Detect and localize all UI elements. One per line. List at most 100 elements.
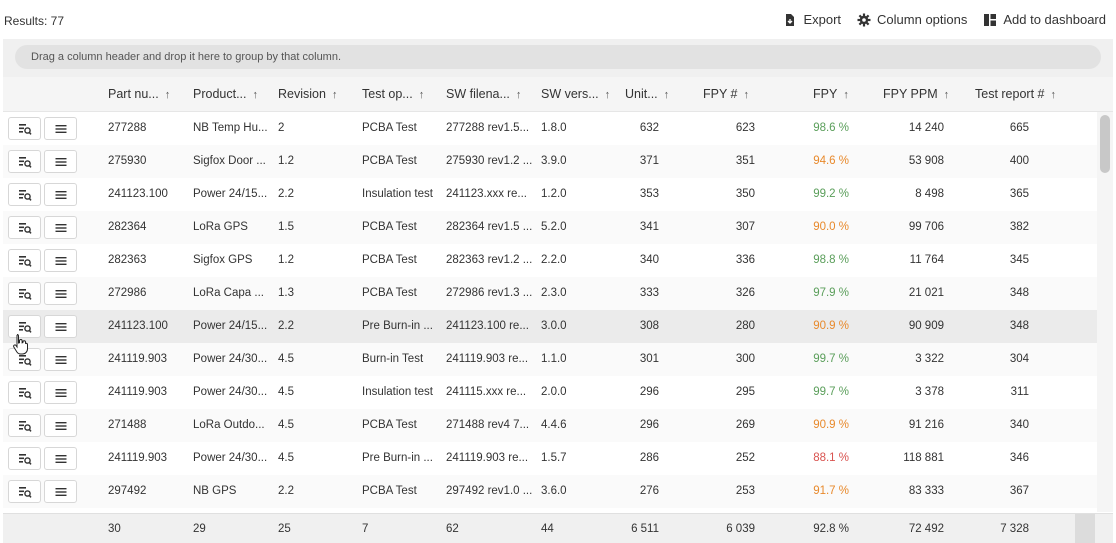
cell-units: 340 [639, 254, 659, 266]
row-menu-button[interactable] [44, 348, 77, 371]
cell-report: 348 [1009, 287, 1029, 299]
sort-arrow-icon[interactable]: ↑ [744, 89, 750, 101]
row-details-button[interactable] [8, 249, 41, 272]
column-header-revision[interactable]: Revision ↑ [278, 77, 362, 112]
hamburger-menu-icon [55, 157, 66, 166]
row-details-button[interactable] [8, 117, 41, 140]
row-menu-button[interactable] [44, 447, 77, 470]
column-header-label: FPY PPM [883, 87, 938, 101]
cell-part: 275930 [108, 155, 147, 167]
grid-header: Part nu... ↑ Product... ↑ Revision ↑ Test op..… [3, 77, 1113, 112]
row-details-button[interactable] [8, 150, 41, 173]
row-menu-button[interactable] [44, 216, 77, 239]
sort-arrow-icon[interactable]: ↑ [419, 89, 425, 101]
cell-product: Sigfox Door ... [193, 155, 266, 167]
column-header-fpy-count[interactable]: FPY # ↑ [703, 77, 779, 112]
cell-test-op: PCBA Test [362, 221, 417, 233]
cell-report: 400 [1009, 155, 1029, 167]
cell-units: 286 [639, 452, 659, 464]
row-menu-button[interactable] [44, 117, 77, 140]
cell-report: 367 [1009, 485, 1029, 497]
cell-units: 632 [639, 122, 659, 134]
table-row[interactable]: 277288 NB Temp Hu... 2 PCBA Test 277288 rev1… [3, 112, 1097, 145]
column-header-ppm[interactable]: FPY PPM ↑ [883, 77, 967, 112]
row-menu-button[interactable] [44, 282, 77, 305]
column-header-sw-ver[interactable]: SW vers... ↑ [541, 77, 625, 112]
sort-arrow-icon[interactable]: ↑ [332, 89, 338, 101]
cell-fpy-count: 351 [735, 155, 755, 167]
top-toolbar: Results: 77 Export Column options Add to… [0, 0, 1116, 40]
row-details-button[interactable] [8, 183, 41, 206]
total-fpy: 92.8 % [813, 523, 849, 535]
row-details-button[interactable] [8, 282, 41, 305]
column-header-fpy[interactable]: FPY ↑ [813, 77, 873, 112]
group-panel[interactable]: Drag a column header and drop it here to… [3, 39, 1113, 77]
hand-cursor-icon [13, 334, 28, 355]
hamburger-menu-icon [55, 454, 66, 463]
row-details-button[interactable] [8, 381, 41, 404]
table-row[interactable]: 241123.100 Power 24/15... 2.2 Insulation te… [3, 178, 1097, 211]
cell-fpy: 91.7 % [813, 485, 849, 497]
row-details-button[interactable] [8, 480, 41, 503]
scrollbar-thumb[interactable] [1100, 115, 1110, 173]
row-menu-button[interactable] [44, 150, 77, 173]
column-header-product[interactable]: Product... ↑ [193, 77, 279, 112]
total-part: 30 [108, 523, 121, 535]
cell-sw-file: 297492 rev1.0 ... [446, 485, 533, 497]
column-header-sw-file[interactable]: SW filena... ↑ [446, 77, 542, 112]
row-menu-button[interactable] [44, 414, 77, 437]
cell-product: Sigfox GPS [193, 254, 253, 266]
table-row[interactable]: 241119.903 Power 24/30... 4.5 Burn-in Test 2… [3, 343, 1097, 376]
cell-fpy-count: 253 [735, 485, 755, 497]
table-row[interactable]: 297492 NB GPS 2.2 PCBA Test 297492 rev1.0 ..… [3, 475, 1097, 508]
sort-arrow-icon[interactable]: ↑ [605, 89, 611, 101]
sort-arrow-icon[interactable]: ↑ [165, 89, 171, 101]
hamburger-menu-icon [55, 289, 66, 298]
cell-product: Power 24/30... [193, 386, 268, 398]
column-header-units[interactable]: Unit... ↑ [625, 77, 685, 112]
column-header-test-op[interactable]: Test op... ↑ [362, 77, 448, 112]
row-details-button[interactable] [8, 216, 41, 239]
column-header-report[interactable]: Test report # ↑ [975, 77, 1075, 112]
sort-arrow-icon[interactable]: ↑ [253, 89, 259, 101]
cell-fpy: 98.8 % [813, 254, 849, 266]
row-details-button[interactable] [8, 447, 41, 470]
sort-arrow-icon[interactable]: ↑ [664, 89, 670, 101]
table-row[interactable]: 282363 Sigfox GPS 1.2 PCBA Test 282363 rev1.… [3, 244, 1097, 277]
vertical-scrollbar[interactable] [1097, 112, 1113, 512]
cell-revision: 4.5 [278, 386, 294, 398]
table-row[interactable]: 241123.100 Power 24/15... 2.2 Pre Burn-in .… [3, 310, 1097, 343]
sort-arrow-icon[interactable]: ↑ [843, 89, 849, 101]
export-button[interactable]: Export [783, 12, 841, 27]
cell-revision: 4.5 [278, 452, 294, 464]
cell-part: 241119.903 [108, 452, 168, 464]
sort-arrow-icon[interactable]: ↑ [944, 89, 950, 101]
cell-units: 371 [639, 155, 659, 167]
table-row[interactable]: 241119.903 Power 24/30... 4.5 Pre Burn-in .… [3, 442, 1097, 475]
cell-test-op: PCBA Test [362, 254, 417, 266]
table-row[interactable]: 275930 Sigfox Door ... 1.2 PCBA Test 275930 … [3, 145, 1097, 178]
add-to-dashboard-button[interactable]: Add to dashboard [983, 12, 1106, 27]
table-row[interactable]: 282364 LoRa GPS 1.5 PCBA Test 282364 rev1.5 … [3, 211, 1097, 244]
row-details-button[interactable] [8, 414, 41, 437]
cell-ppm: 8 498 [915, 188, 944, 200]
row-menu-button[interactable] [44, 249, 77, 272]
row-menu-button[interactable] [44, 480, 77, 503]
cell-product: Power 24/15... [193, 188, 268, 200]
row-menu-button[interactable] [44, 183, 77, 206]
cell-ppm: 118 881 [903, 452, 944, 464]
cell-part: 277288 [108, 122, 147, 134]
cell-fpy: 99.7 % [813, 386, 849, 398]
row-menu-button[interactable] [44, 381, 77, 404]
table-row[interactable]: 241119.903 Power 24/30... 4.5 Insulation te… [3, 376, 1097, 409]
column-options-button[interactable]: Column options [857, 12, 967, 27]
cell-revision: 1.5 [278, 221, 294, 233]
sort-arrow-icon[interactable]: ↑ [516, 89, 522, 101]
table-row[interactable]: 272986 LoRa Capa ... 1.3 PCBA Test 272986 re… [3, 277, 1097, 310]
table-row[interactable]: 271488 LoRa Outdo... 4.5 PCBA Test 271488 re… [3, 409, 1097, 442]
cell-fpy: 90.0 % [813, 221, 849, 233]
sort-arrow-icon[interactable]: ↑ [1050, 89, 1056, 101]
row-menu-button[interactable] [44, 315, 77, 338]
cell-sw-file: 277288 rev1.5... [446, 122, 530, 134]
column-header-part[interactable]: Part nu... ↑ [108, 77, 196, 112]
